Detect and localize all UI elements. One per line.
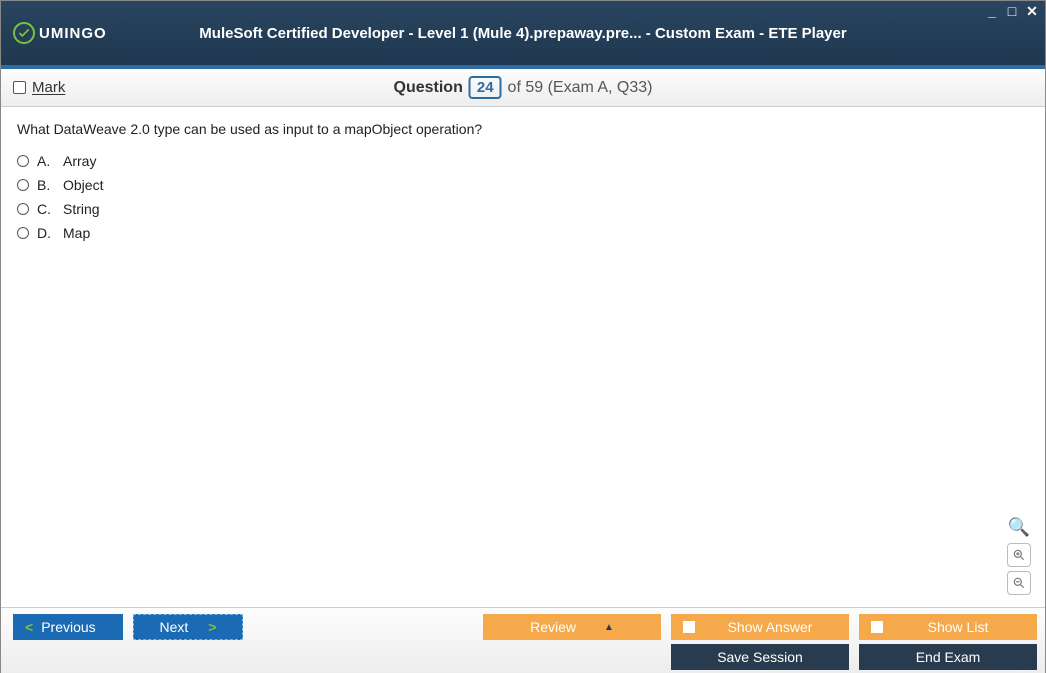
question-position-info: Question 24 of 59 (Exam A, Q33)	[394, 76, 653, 99]
question-header-bar: Mark Question 24 of 59 (Exam A, Q33)	[1, 69, 1045, 107]
maximize-icon[interactable]: □	[1005, 3, 1019, 20]
question-content: What DataWeave 2.0 type can be used as i…	[1, 107, 1045, 607]
review-button[interactable]: Review ▲	[483, 614, 661, 640]
option-text: Map	[63, 225, 90, 241]
mark-label: Mark	[32, 79, 65, 96]
previous-button[interactable]: < Previous	[13, 614, 123, 640]
option-letter: D.	[37, 225, 55, 241]
show-answer-checkbox[interactable]	[683, 621, 695, 633]
show-answer-label: Show Answer	[703, 619, 837, 635]
window-title: MuleSoft Certified Developer - Level 1 (…	[199, 25, 846, 42]
footer-toolbar: < Previous Next > Review ▲ Show Answer S…	[1, 607, 1045, 673]
save-session-label: Save Session	[717, 649, 803, 665]
option-letter: B.	[37, 177, 55, 193]
previous-label: Previous	[41, 619, 95, 635]
mark-checkbox[interactable]	[13, 81, 26, 94]
show-list-label: Show List	[891, 619, 1025, 635]
option-text: Object	[63, 177, 103, 193]
zoom-out-button[interactable]	[1007, 571, 1031, 595]
minimize-icon[interactable]: _	[985, 3, 999, 20]
chevron-left-icon: <	[25, 619, 33, 635]
option-row[interactable]: C. String	[17, 201, 1029, 217]
options-list: A. Array B. Object C. String D. Map	[17, 153, 1029, 241]
titlebar: UMINGO MuleSoft Certified Developer - Le…	[1, 1, 1045, 69]
close-icon[interactable]: ✕	[1025, 3, 1039, 20]
next-label: Next	[160, 619, 189, 635]
option-letter: A.	[37, 153, 55, 169]
window-controls: _ □ ✕	[985, 3, 1039, 20]
option-row[interactable]: A. Array	[17, 153, 1029, 169]
next-button[interactable]: Next >	[133, 614, 243, 640]
option-text: Array	[63, 153, 96, 169]
chevron-right-icon: >	[208, 619, 216, 635]
triangle-up-icon: ▲	[604, 622, 614, 633]
mark-checkbox-wrap[interactable]: Mark	[13, 79, 65, 96]
option-letter: C.	[37, 201, 55, 217]
end-exam-label: End Exam	[916, 649, 981, 665]
question-label: Question	[394, 79, 463, 97]
option-radio[interactable]	[17, 227, 29, 239]
search-icon[interactable]: 🔍	[1007, 515, 1031, 539]
question-number: 24	[469, 76, 502, 99]
option-radio[interactable]	[17, 155, 29, 167]
logo-check-icon	[13, 22, 35, 44]
option-radio[interactable]	[17, 179, 29, 191]
option-row[interactable]: D. Map	[17, 225, 1029, 241]
logo-text: UMINGO	[39, 25, 107, 42]
end-exam-button[interactable]: End Exam	[859, 644, 1037, 670]
show-list-checkbox[interactable]	[871, 621, 883, 633]
zoom-in-button[interactable]	[1007, 543, 1031, 567]
show-list-button[interactable]: Show List	[859, 614, 1037, 640]
show-answer-button[interactable]: Show Answer	[671, 614, 849, 640]
question-text: What DataWeave 2.0 type can be used as i…	[17, 121, 1029, 137]
option-text: String	[63, 201, 100, 217]
option-radio[interactable]	[17, 203, 29, 215]
app-logo: UMINGO	[13, 22, 107, 44]
question-total-info: of 59 (Exam A, Q33)	[508, 79, 653, 97]
review-label: Review	[530, 619, 576, 635]
option-row[interactable]: B. Object	[17, 177, 1029, 193]
save-session-button[interactable]: Save Session	[671, 644, 849, 670]
zoom-tools: 🔍	[1007, 515, 1031, 595]
